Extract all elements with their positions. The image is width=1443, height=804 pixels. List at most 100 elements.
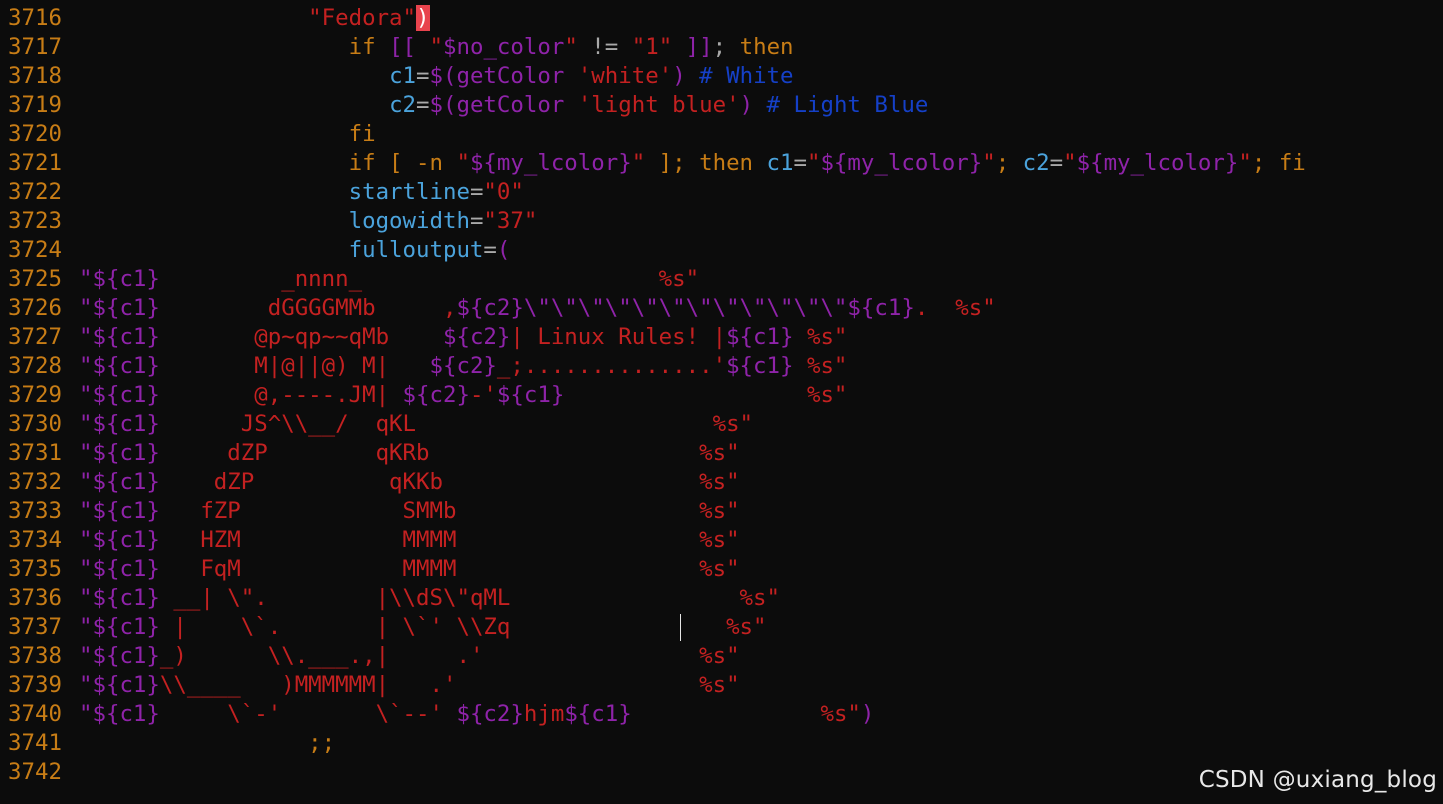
code-line[interactable]: 3736 "${c1} __| \". |\\dS\"qML %s" (0, 584, 1443, 613)
code-content[interactable]: fulloutput=( (79, 236, 511, 265)
code-content[interactable]: "Fedora") (79, 4, 430, 33)
code-token: ${c2} (442, 324, 511, 350)
code-line[interactable]: 3727 "${c1} @p~qp~~qMb ${c2}| Linux Rules… (0, 323, 1443, 352)
code-token: " (79, 556, 93, 582)
code-token: fi (348, 121, 376, 147)
line-number: 3734 (8, 527, 62, 553)
code-token: ${c2}\"\"\"\"\"\"\"\"\"\"\"\"${c1} (456, 295, 915, 321)
code-token: " (79, 440, 93, 466)
code-token: \`-' \`--' (159, 701, 457, 727)
code-line[interactable]: 3723 logowidth="37" (0, 207, 1443, 236)
code-line[interactable]: 3740 "${c1} \`-' \`--' ${c2}hjm${c1} %s") (0, 700, 1443, 729)
code-line[interactable]: 3737 "${c1} | \`. | \`' \\Zq %s" (0, 613, 1443, 642)
code-token: @,----.JM| (159, 382, 403, 408)
code-token: _) \\.___.,| .' %s" (159, 643, 740, 669)
code-content[interactable]: c1=$(getColor 'white') # White (79, 62, 793, 91)
code-token: __| \". |\\dS\"qML %s" (159, 585, 780, 611)
code-token: ${c1} (92, 469, 160, 495)
code-token: [[ (389, 34, 430, 60)
code-token: "Fedora" (308, 5, 417, 31)
code-line[interactable]: 3729 "${c1} @,----.JM| ${c2}-'${c1} %s" (0, 381, 1443, 410)
code-content[interactable]: "${c1} __| \". |\\dS\"qML %s" (79, 584, 780, 613)
code-token: ]] (672, 34, 713, 60)
code-content[interactable]: "${c1}_) \\.___.,| .' %s" (79, 642, 740, 671)
code-line[interactable]: 3730 "${c1} JS^\\__/ qKL %s" (0, 410, 1443, 439)
code-token: %s" (955, 295, 996, 321)
code-token: ; fi (1251, 150, 1306, 176)
code-token: " (79, 614, 93, 640)
code-line[interactable]: 3719 c2=$(getColor 'light blue') # Light… (0, 91, 1443, 120)
code-content[interactable]: "${c1} dGGGGMMb ,${c2}\"\"\"\"\"\"\"\"\"… (79, 294, 996, 323)
code-line[interactable]: 3724 fulloutput=( (0, 236, 1443, 265)
code-token: != (577, 34, 632, 60)
code-line[interactable]: 3725 "${c1} _nnnn_ %s" (0, 265, 1443, 294)
code-token: c2 (1022, 150, 1050, 176)
line-number: 3716 (8, 5, 62, 31)
code-token: | Linux Rules! | (510, 324, 727, 350)
code-line[interactable]: 3739 "${c1}\\____ )MMMMMM| .' %s" (0, 671, 1443, 700)
code-content[interactable]: "${c1} | \`. | \`' \\Zq %s" (79, 613, 767, 642)
code-token: ${c2} (402, 382, 470, 408)
code-token: ) (416, 5, 430, 31)
line-number: 3730 (8, 411, 62, 437)
code-line[interactable]: 3721 if [ -n "${my_lcolor}" ]; then c1="… (0, 149, 1443, 178)
code-line[interactable]: 3741 ;; (0, 729, 1443, 758)
code-token: | \`. | \`' \\Zq %s" (159, 614, 767, 640)
line-number: 3721 (8, 150, 62, 176)
code-token: if [ -n (348, 150, 457, 176)
code-line[interactable]: 3728 "${c1} M|@||@) M| ${c2}_;...........… (0, 352, 1443, 381)
code-line[interactable]: 3716 "Fedora") (0, 4, 1443, 33)
code-line[interactable]: 3722 startline="0" (0, 178, 1443, 207)
code-token: ${my_lcolor} (1076, 150, 1239, 176)
code-token: " (631, 150, 646, 176)
code-line[interactable]: 3718 c1=$(getColor 'white') # White (0, 62, 1443, 91)
code-token: ${c2} (456, 701, 524, 727)
code-token: ${c1} (92, 411, 160, 437)
code-content[interactable]: "${c1}\\____ )MMMMMM| .' %s" (79, 671, 740, 700)
code-token: \\____ )MMMMMM| .' %s" (159, 672, 740, 698)
code-token: ${c1} (564, 701, 632, 727)
code-token: " (564, 34, 578, 60)
code-token: ${c1} (92, 295, 160, 321)
code-line[interactable]: 3735 "${c1} FqM MMMM %s" (0, 555, 1443, 584)
code-token: c1 (766, 150, 794, 176)
code-line[interactable]: 3738 "${c1}_) \\.___.,| .' %s" (0, 642, 1443, 671)
code-token: " (1063, 150, 1077, 176)
code-content[interactable]: "${c1} @,----.JM| ${c2}-'${c1} %s" (79, 381, 847, 410)
code-token: %s" (564, 382, 848, 408)
code-line[interactable]: 3717 if [[ "$no_color" != "1" ]]; then (0, 33, 1443, 62)
code-content[interactable]: "${c1} dZP qKKb %s" (79, 468, 740, 497)
code-content[interactable]: "${c1} _nnnn_ %s" (79, 265, 699, 294)
code-content[interactable]: "${c1} dZP qKRb %s" (79, 439, 740, 468)
code-line[interactable]: 3733 "${c1} fZP SMMb %s" (0, 497, 1443, 526)
line-number: 3737 (8, 614, 62, 640)
code-content[interactable]: "${c1} FqM MMMM %s" (79, 555, 740, 584)
line-number: 3727 (8, 324, 62, 350)
code-content[interactable]: "${c1} \`-' \`--' ${c2}hjm${c1} %s") (79, 700, 874, 729)
code-token: ${my_lcolor} (469, 150, 632, 176)
code-content[interactable]: fi (79, 120, 376, 149)
code-token: " (79, 266, 93, 292)
code-line[interactable]: 3726 "${c1} dGGGGMMb ,${c2}\"\"\"\"\"\"\"… (0, 294, 1443, 323)
code-content[interactable]: "${c1} JS^\\__/ qKL %s" (79, 410, 753, 439)
code-token: ${c1} (726, 353, 794, 379)
code-editor[interactable]: 3716 "Fedora") 3717 if [[ "$no_color" != … (0, 4, 1443, 787)
code-token: " (456, 150, 470, 176)
code-content[interactable]: "${c1} @p~qp~~qMb ${c2}| Linux Rules! |$… (79, 323, 847, 352)
code-content[interactable]: logowidth="37" (79, 207, 538, 236)
code-content[interactable]: ;; (79, 729, 335, 758)
code-line[interactable]: 3731 "${c1} dZP qKRb %s" (0, 439, 1443, 468)
code-line[interactable]: 3732 "${c1} dZP qKKb %s" (0, 468, 1443, 497)
code-content[interactable]: "${c1} fZP SMMb %s" (79, 497, 740, 526)
code-content[interactable]: if [[ "$no_color" != "1" ]]; then (79, 33, 794, 62)
code-line[interactable]: 3720 fi (0, 120, 1443, 149)
code-content[interactable]: startline="0" (79, 178, 524, 207)
code-content[interactable]: "${c1} M|@||@) M| ${c2}_;..............'… (79, 352, 847, 381)
code-content[interactable]: "${c1} HZM MMMM %s" (79, 526, 740, 555)
code-line[interactable]: 3734 "${c1} HZM MMMM %s" (0, 526, 1443, 555)
code-content[interactable]: c2=$(getColor 'light blue') # Light Blue (79, 91, 928, 120)
code-content[interactable]: if [ -n "${my_lcolor}" ]; then c1="${my_… (79, 149, 1306, 178)
code-token: _;..............' (496, 353, 727, 379)
